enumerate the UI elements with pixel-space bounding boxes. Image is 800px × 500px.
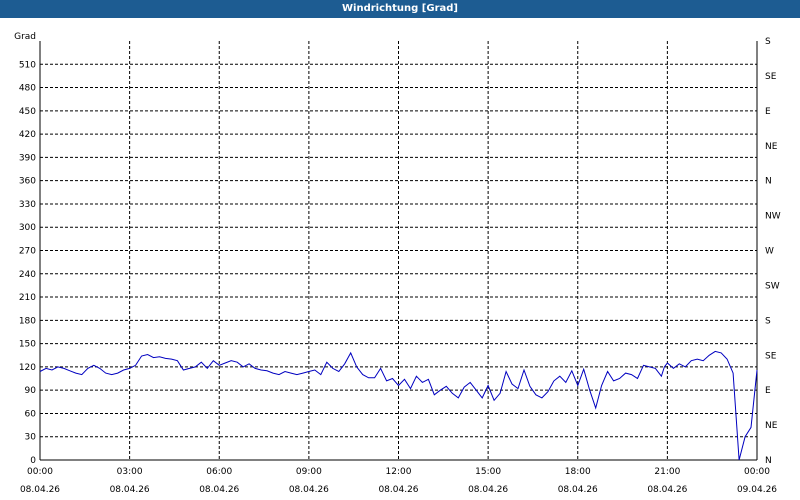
y-axis-label: Grad xyxy=(14,32,36,42)
right-tick-label: NW xyxy=(765,212,781,222)
x-tick-time: 00:00 xyxy=(27,467,53,477)
x-tick-date: 08.04.26 xyxy=(20,485,60,495)
x-tick-date: 08.04.26 xyxy=(199,485,239,495)
x-tick-date: 08.04.26 xyxy=(110,485,150,495)
x-tick-time: 15:00 xyxy=(475,467,501,477)
y-tick-label: 180 xyxy=(19,316,36,326)
x-tick-date: 08.04.26 xyxy=(468,485,508,495)
right-tick-label: NE xyxy=(765,142,778,152)
y-tick-label: 480 xyxy=(19,84,36,94)
right-tick-label: E xyxy=(765,386,771,396)
right-tick-label: N xyxy=(765,177,772,187)
x-tick-date: 09.04.26 xyxy=(737,485,777,495)
y-tick-label: 240 xyxy=(19,270,36,280)
y-tick-label: 90 xyxy=(25,386,37,396)
y-tick-label: 450 xyxy=(19,107,36,117)
right-tick-label: E xyxy=(765,107,771,117)
axis-labels: 0 30 60 90 120 150 180 210 240 270 300 330 360 390 420… xyxy=(14,32,781,495)
x-tick-time: 12:00 xyxy=(386,467,412,477)
x-tick-time: 21:00 xyxy=(654,467,680,477)
right-tick-label: SW xyxy=(765,281,780,291)
wind-direction-chart: 0 30 60 90 120 150 180 210 240 270 300 330 360 390 420… xyxy=(14,32,781,495)
x-tick-time: 06:00 xyxy=(206,467,232,477)
y-tick-label: 270 xyxy=(19,247,36,257)
y-tick-label: 30 xyxy=(25,433,37,443)
right-tick-label: S xyxy=(765,316,771,326)
y-tick-label: 360 xyxy=(19,177,36,187)
x-tick-time: 18:00 xyxy=(565,467,591,477)
y-tick-label: 300 xyxy=(19,223,36,233)
x-tick-date: 08.04.26 xyxy=(558,485,598,495)
x-tick-time: 09:00 xyxy=(296,467,322,477)
y-tick-label: 0 xyxy=(30,456,36,466)
x-tick-date: 08.04.26 xyxy=(378,485,418,495)
y-tick-label: 60 xyxy=(25,409,37,419)
y-tick-label: 150 xyxy=(19,340,36,350)
right-tick-label: W xyxy=(765,247,774,257)
right-tick-label: S xyxy=(765,37,771,47)
right-tick-label: N xyxy=(765,456,772,466)
x-tick-time: 03:00 xyxy=(117,467,143,477)
y-tick-label: 120 xyxy=(19,363,36,373)
x-tick-date: 08.04.26 xyxy=(289,485,329,495)
x-tick-time: 00:00 xyxy=(744,467,770,477)
x-tick-date: 08.04.26 xyxy=(647,485,687,495)
y-tick-label: 420 xyxy=(19,130,36,140)
chart-title: Windrichtung [Grad] xyxy=(0,0,800,18)
right-tick-label: SE xyxy=(765,72,777,82)
y-tick-label: 510 xyxy=(19,60,36,70)
right-tick-label: NE xyxy=(765,421,778,431)
y-tick-label: 330 xyxy=(19,200,36,210)
grid-lines xyxy=(39,41,758,461)
right-tick-label: SE xyxy=(765,351,777,361)
y-tick-label: 210 xyxy=(19,293,36,303)
y-tick-label: 390 xyxy=(19,153,36,163)
